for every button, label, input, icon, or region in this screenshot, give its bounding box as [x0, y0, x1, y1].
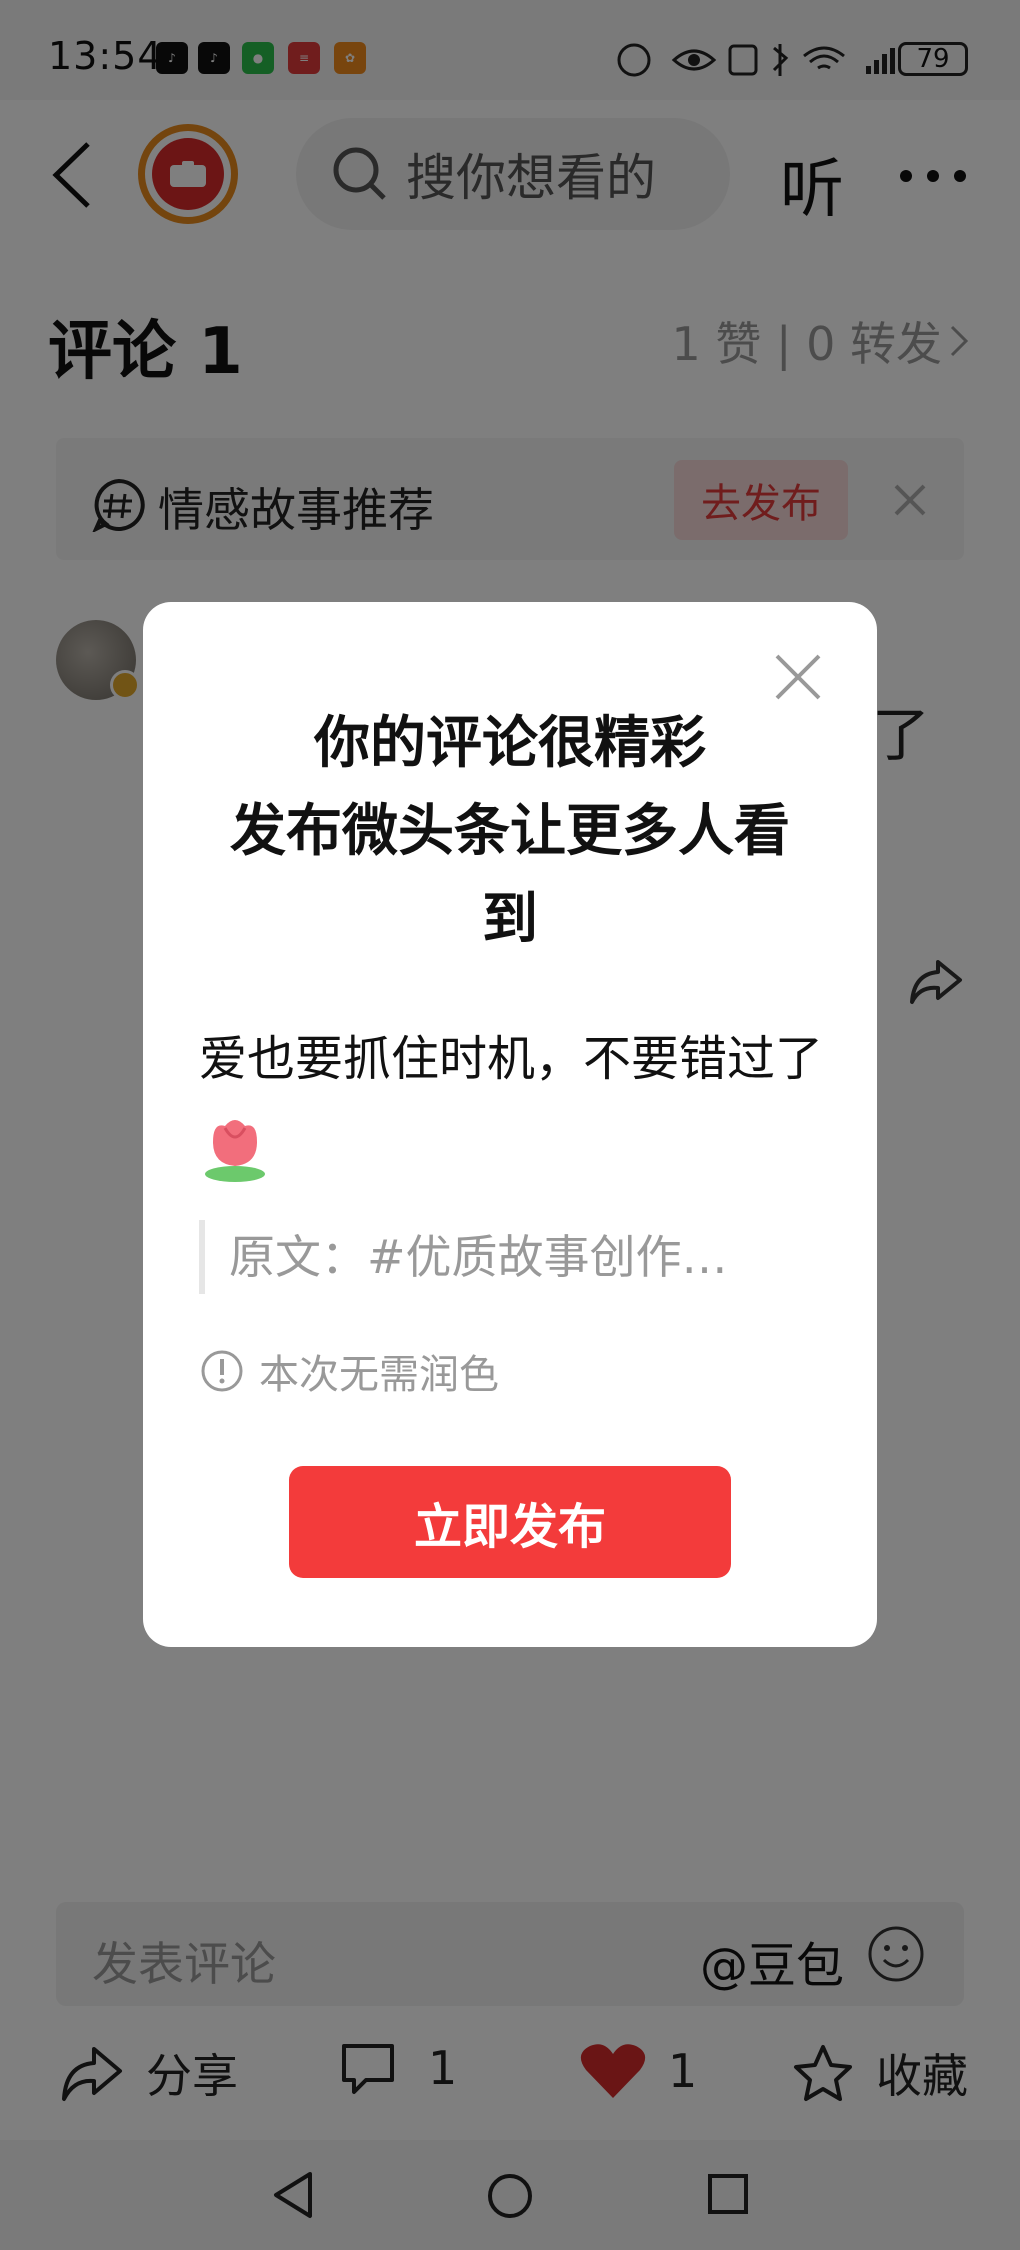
dialog-note: 本次无需润色: [199, 1342, 499, 1400]
dialog-close-icon[interactable]: [773, 652, 823, 702]
publish-dialog: 你的评论很精彩 发布微头条让更多人看到 爱也要抓住时机，不要错过了 原文：#优质…: [143, 602, 877, 1647]
tulip-emoji-icon: [205, 1120, 265, 1182]
dialog-comment-text: 爱也要抓住时机，不要错过了: [199, 1016, 823, 1188]
dialog-comment-content: 爱也要抓住时机，不要错过了: [199, 1031, 824, 1087]
dialog-original-text: 原文：#优质故事创作…: [199, 1220, 799, 1294]
dialog-title-line1: 你的评论很精彩: [314, 711, 706, 776]
dialog-title-line2: 发布微头条让更多人看到: [230, 799, 790, 952]
publish-now-button[interactable]: 立即发布: [289, 1466, 731, 1578]
dialog-title: 你的评论很精彩 发布微头条让更多人看到: [143, 700, 877, 964]
dialog-note-text: 本次无需润色: [259, 1352, 499, 1398]
info-icon: [201, 1350, 243, 1392]
